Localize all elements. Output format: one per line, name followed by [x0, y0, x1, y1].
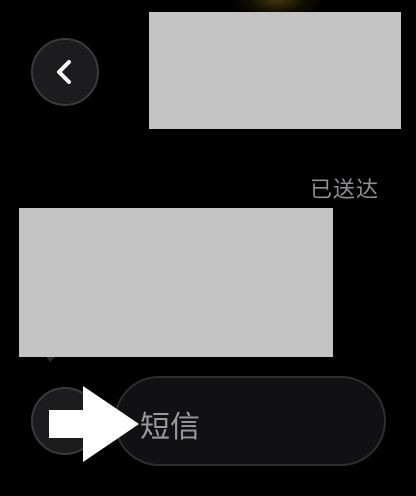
- chevron-left-icon: [50, 57, 80, 87]
- arrow-right-icon: [49, 386, 141, 462]
- delivered-status: 已送达: [309, 178, 379, 203]
- message-input-placeholder: 短信: [140, 410, 200, 445]
- back-button[interactable]: [31, 38, 99, 106]
- received-message-bubble: [19, 208, 333, 357]
- sent-message-bubble: [149, 12, 401, 129]
